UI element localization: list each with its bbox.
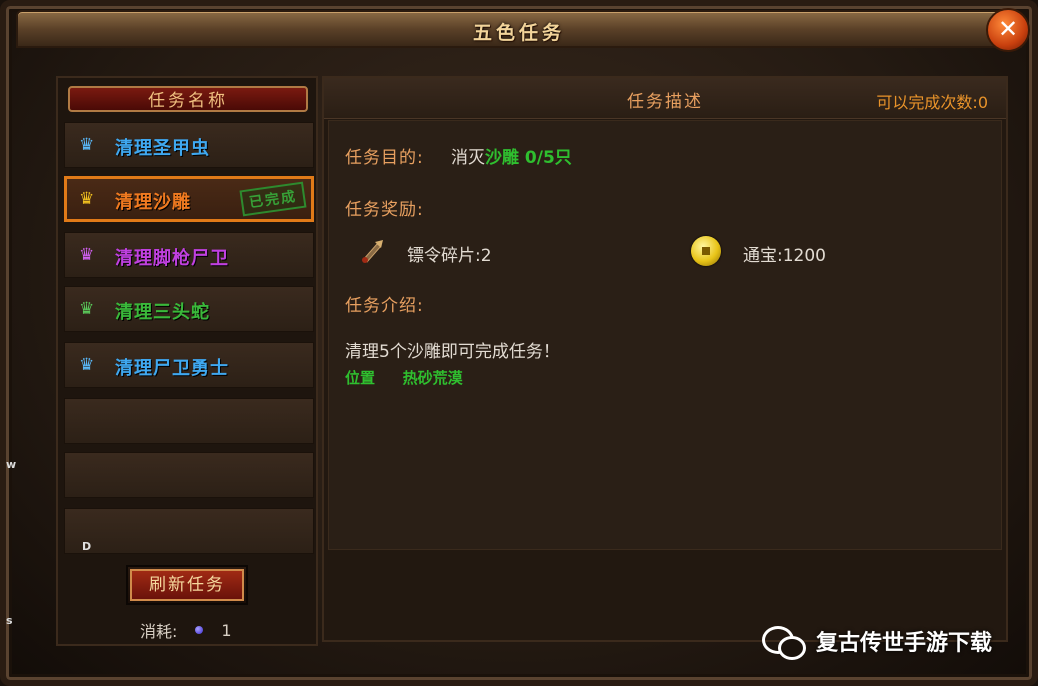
- empty-quest-slot: [64, 452, 314, 498]
- empty-quest-slot: [64, 508, 314, 554]
- quest-window: 五色任务 ✕ w s 任务名称 ♛ 清理圣甲虫 ♛ 清理沙雕 已完成 ♛ 清理脚…: [0, 0, 1038, 686]
- description-header: 任务描述 可以完成次数:0: [324, 78, 1006, 119]
- quest-name: 清理尸卫勇士: [115, 358, 229, 379]
- watermark: 复古传世手游下载: [762, 624, 993, 660]
- intro-label: 任务介绍:: [345, 296, 424, 316]
- cost-row: 消耗: 1: [140, 618, 232, 642]
- wechat-icon: [762, 624, 806, 660]
- objective-text: 消灭沙雕 0/5只: [451, 143, 572, 168]
- quest-item[interactable]: ♛ 清理脚枪尸卫: [64, 232, 314, 278]
- token-fragment-icon: [357, 236, 387, 266]
- coin-icon: [691, 236, 721, 266]
- intro-text: 清理5个沙雕即可完成任务！: [345, 342, 560, 362]
- cost-label: 消耗:: [140, 622, 178, 641]
- quest-item-selected[interactable]: ♛ 清理沙雕 已完成: [64, 176, 314, 222]
- empty-quest-slot: [64, 398, 314, 444]
- description-content: 任务目的: 消灭沙雕 0/5只 任务奖励: 镖令碎片:2 通宝:1200 任务介…: [328, 120, 1002, 550]
- location-link[interactable]: 热砂荒漠: [403, 369, 463, 387]
- cost-value: 1: [221, 620, 232, 640]
- edge-text-s: s: [6, 614, 13, 627]
- reward-2: 通宝:1200: [743, 246, 826, 266]
- crown-icon: ♛: [79, 245, 95, 265]
- watermark-text: 复古传世手游下载: [816, 631, 993, 656]
- quest-item[interactable]: ♛ 清理圣甲虫: [64, 122, 314, 168]
- objective-label: 任务目的:: [345, 148, 424, 168]
- quest-name: 清理沙雕: [115, 192, 191, 213]
- quest-item[interactable]: ♛ 清理三头蛇: [64, 286, 314, 332]
- reward-label: 任务奖励:: [345, 200, 424, 220]
- crown-icon: ♛: [79, 299, 95, 319]
- quest-description-panel: 任务描述 可以完成次数:0 任务目的: 消灭沙雕 0/5只 任务奖励: 镖令碎片…: [322, 76, 1008, 642]
- complete-count: 可以完成次数:0: [876, 93, 988, 112]
- quest-name: 清理三头蛇: [115, 302, 210, 323]
- objective-action: 消灭: [451, 148, 485, 168]
- quest-name: 清理圣甲虫: [115, 138, 210, 159]
- title-bar: 五色任务: [16, 10, 1022, 48]
- location-row: 位置 热砂荒漠: [345, 367, 463, 388]
- quest-list-header: 任务名称: [68, 86, 308, 112]
- quest-name: 清理脚枪尸卫: [115, 248, 229, 269]
- edge-text-w: w: [6, 458, 17, 471]
- quest-list-panel: 任务名称 ♛ 清理圣甲虫 ♛ 清理沙雕 已完成 ♛ 清理脚枪尸卫 ♛ 清理三头蛇…: [56, 76, 318, 646]
- crown-icon: ♛: [79, 135, 95, 155]
- gem-icon: [195, 626, 204, 634]
- crown-icon: ♛: [79, 355, 95, 375]
- window-title: 五色任务: [472, 22, 565, 44]
- completed-stamp: 已完成: [239, 181, 307, 217]
- reward-1: 镖令碎片:2: [407, 246, 492, 266]
- crown-icon: ♛: [79, 189, 95, 209]
- location-label: 位置: [345, 369, 376, 387]
- quest-item[interactable]: ♛ 清理尸卫勇士: [64, 342, 314, 388]
- refresh-quest-button[interactable]: 刷新任务: [126, 565, 248, 605]
- refresh-quest-label: 刷新任务: [130, 569, 244, 601]
- slot-marker: D: [82, 540, 92, 553]
- close-button[interactable]: ✕: [986, 8, 1030, 52]
- objective-target: 沙雕 0/5只: [485, 148, 572, 168]
